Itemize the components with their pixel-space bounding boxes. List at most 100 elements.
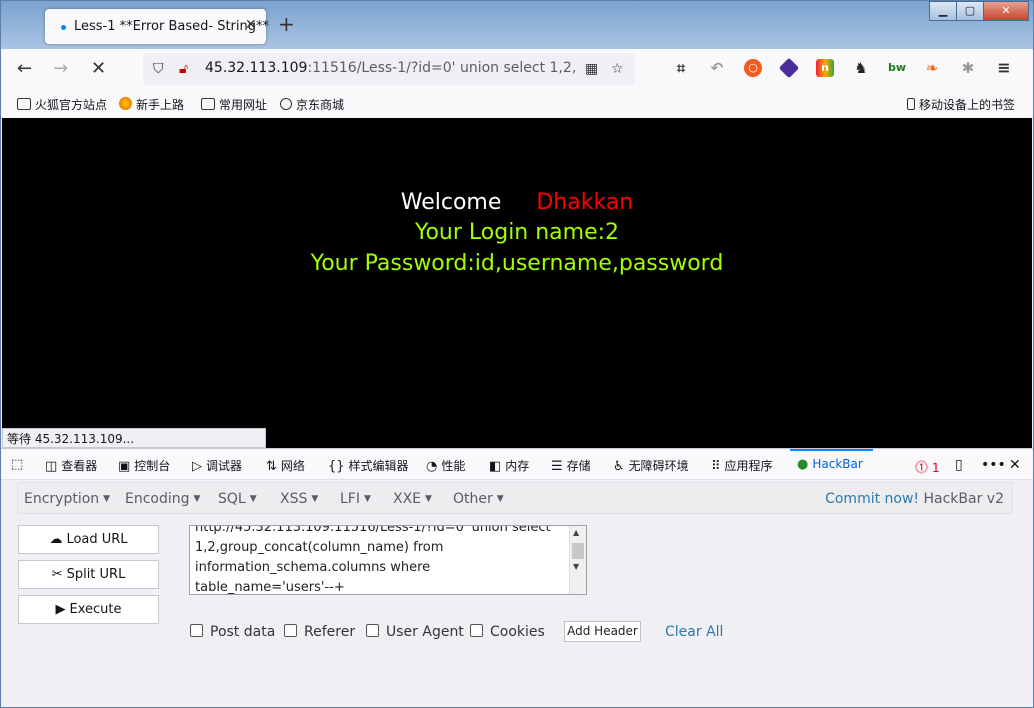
hackbar-commit: Commit now! HackBar v2 [825,491,1004,507]
braces-icon: {} [328,459,345,474]
hackbar-icon: ● [797,457,809,472]
welcome-text: Welcome [400,190,502,215]
close-tab-icon[interactable]: ✕ [245,17,257,33]
nav-bar: ← → ✕ ⛉ 🔓︎ 45.32.113.109:11516/Less-1/?i… [1,49,1033,90]
menu-other[interactable]: Other ▼ [453,491,504,507]
extension-n-icon[interactable]: n [816,59,834,77]
tab-application[interactable]: ⠿ 应用程序 [711,457,773,474]
menu-lfi[interactable]: LFI ▼ [340,491,371,507]
menu-xss[interactable]: XSS ▼ [280,491,318,507]
extension-person-icon[interactable]: ♞ [852,59,870,77]
tab-debugger[interactable]: ▷ 调试器 [192,457,242,474]
shield-icon[interactable]: ⛉ [153,61,164,77]
bookmark-getting-started[interactable]: 新手上路 [119,96,184,113]
tab-inspector[interactable]: ◫ 查看器 [45,457,97,474]
devtools-toolbar: ⬚ ◫ 查看器 ▣ 控制台 ▷ 调试器 ⇅ 网络 {} 样式编辑器 ◔ 性能 ◧ 内存 ☰ 存储… [1,448,1033,480]
user-agent-checkbox[interactable]: User Agent [366,624,464,640]
referer-checkbox[interactable]: Referer [284,624,355,640]
textarea-scrollbar[interactable]: ▲ ▼ [569,526,586,594]
maximize-button[interactable]: ▢ [956,1,984,21]
more-options-icon[interactable]: ••• [981,457,1006,473]
storage-icon: ☰ [551,459,563,474]
memory-icon: ◧ [489,459,502,474]
extension-bw-icon[interactable]: bw [886,59,908,77]
bookmark-jd[interactable]: 京东商城 [280,96,344,113]
url-textarea[interactable]: http://45.32.113.109:11516/Less-1/?id=0'… [189,525,587,595]
hackbar-version: HackBar v2 [923,491,1005,507]
add-header-button[interactable]: Add Header [564,621,641,642]
bookmark-firefox-official[interactable]: 火狐官方站点 [17,96,107,113]
welcome-line: Welcome Dhakkan [2,190,1032,215]
tab-performance[interactable]: ◔ 性能 [426,457,465,474]
tab-console[interactable]: ▣ 控制台 [118,457,170,474]
tab-style-editor[interactable]: {} 样式编辑器 [328,457,409,474]
crop-icon[interactable]: ⌗ [672,59,690,77]
user-name: Dhakkan [536,190,634,215]
tab-hackbar[interactable]: ● HackBar [797,457,863,472]
url-textarea-content[interactable]: http://45.32.113.109:11516/Less-1/?id=0'… [195,526,565,594]
dock-icon[interactable]: ▯ [955,457,963,473]
scroll-up-icon[interactable]: ▲ [573,528,579,537]
back-arrow-icon[interactable]: ← [17,59,32,79]
split-url-button[interactable]: ✂ Split URL [18,560,159,589]
application-icon: ⠿ [711,459,721,474]
play-icon: ▶ [55,602,66,617]
commit-now-link[interactable]: Commit now! [825,491,919,507]
browser-window: Less-1 **Error Based- String** ✕ + ▁ ▢ ✕… [0,0,1034,708]
clear-all-link[interactable]: Clear All [665,624,723,640]
close-window-button[interactable]: ✕ [983,1,1029,21]
insecure-lock-icon[interactable]: 🔓︎ [179,61,188,77]
extension-puzzle-icon[interactable]: ✱ [959,59,977,77]
globe-icon [280,98,292,110]
forward-arrow-icon[interactable]: → [53,59,68,79]
caret-down-icon: ▼ [311,494,319,504]
caret-down-icon: ▼ [425,494,432,504]
performance-icon: ◔ [426,459,438,474]
folder-icon [201,98,215,110]
extension-orange-icon[interactable]: ○ [744,59,762,77]
menu-icon[interactable]: ≡ [995,59,1013,77]
star-icon[interactable]: ☆ [611,61,624,77]
hackbar-menu: Encryption ▼ Encoding ▼ SQL ▼ XSS ▼ LFI ▼ XXE… [17,482,1013,514]
tab-storage[interactable]: ☰ 存储 [551,457,591,474]
cookies-checkbox[interactable]: Cookies [470,624,545,640]
caret-down-icon: ▼ [249,494,257,504]
mobile-bookmarks[interactable]: 移动设备上的书签 [907,96,1015,113]
menu-xxe[interactable]: XXE ▼ [393,491,432,507]
extension-diamond-icon[interactable] [778,57,800,79]
checkbox-icon [190,624,203,637]
new-tab-button[interactable]: + [278,14,295,34]
url-text[interactable]: 45.32.113.109:11516/Less-1/?id=0' union … [205,60,575,76]
firefox-icon [119,97,132,110]
tab-less-1[interactable]: Less-1 **Error Based- String** ✕ [45,9,269,44]
folder-icon [17,98,31,110]
checkbox-icon [470,624,483,637]
scroll-down-icon[interactable]: ▼ [573,562,579,571]
scroll-thumb[interactable] [572,543,584,559]
tab-memory[interactable]: ◧ 内存 [489,457,529,474]
tab-network[interactable]: ⇅ 网络 [266,457,305,474]
error-count-badge[interactable]: ⓵1 [915,457,940,476]
mobile-icon [907,98,915,110]
error-icon: ⓵ [915,461,929,476]
extension-fox-icon[interactable]: ❧ [923,59,941,77]
close-devtools-icon[interactable]: ✕ [1009,457,1021,473]
bookmark-common-urls[interactable]: 常用网址 [201,96,267,113]
qr-code-icon[interactable]: ▦ [585,61,598,77]
loading-dot-icon [61,25,66,30]
stop-loading-icon[interactable]: ✕ [91,59,106,79]
url-bar[interactable]: ⛉ 🔓︎ 45.32.113.109:11516/Less-1/?id=0' u… [143,53,635,85]
execute-button[interactable]: ▶ Execute [18,595,159,624]
scissors-icon: ✂ [51,567,63,582]
menu-encoding[interactable]: Encoding ▼ [125,491,200,507]
minimize-button[interactable]: ▁ [929,1,957,21]
page-content: Welcome Dhakkan Your Login name:2 Your P… [2,118,1032,448]
post-data-checkbox[interactable]: Post data [190,624,275,640]
menu-sql[interactable]: SQL ▼ [218,491,257,507]
element-picker-icon[interactable]: ⬚ [11,457,27,472]
menu-encryption[interactable]: Encryption ▼ [24,491,110,507]
load-url-button[interactable]: ☁ Load URL [18,525,159,554]
tab-accessibility[interactable]: ♿︎ 无障碍环境 [613,457,689,474]
undo-icon[interactable]: ↶ [708,59,726,77]
accessibility-icon: ♿︎ [613,459,625,474]
